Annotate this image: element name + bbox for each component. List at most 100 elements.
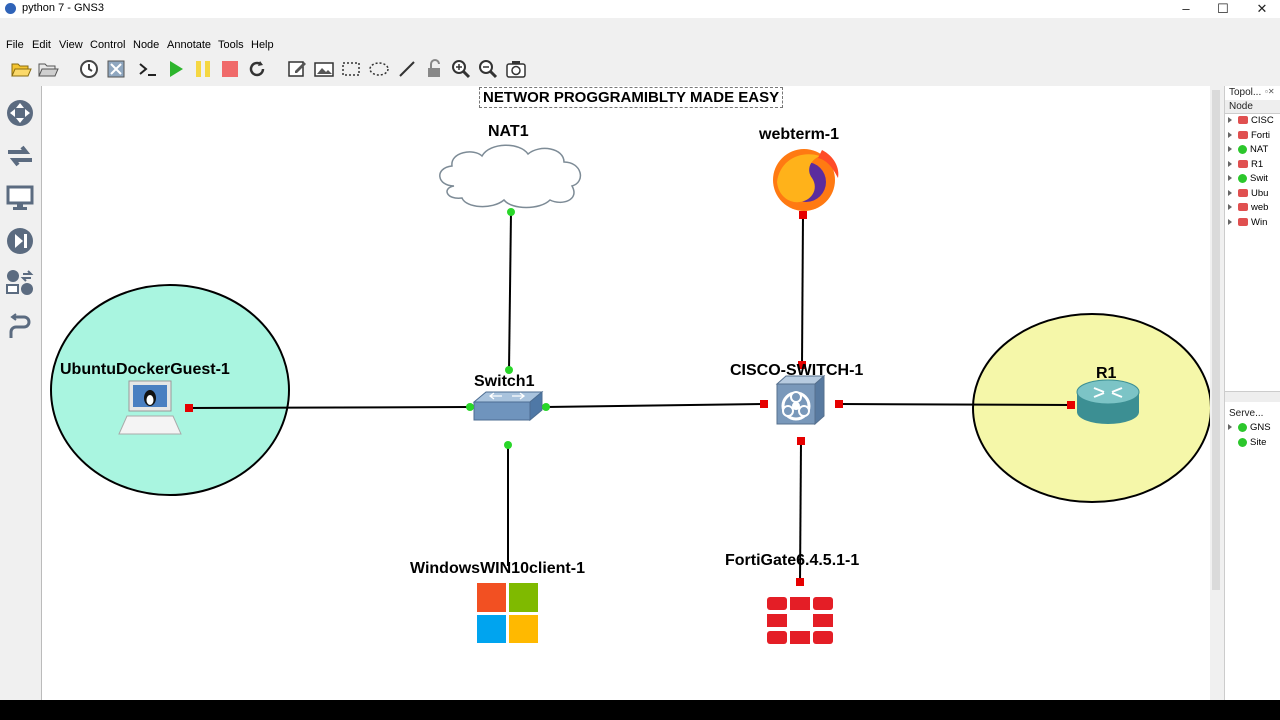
windows-logo-icon[interactable] (477, 583, 538, 643)
menu-help[interactable]: Help (251, 39, 274, 51)
port-up-indicator (504, 441, 512, 449)
topology-item[interactable]: Forti (1228, 130, 1270, 144)
node-label-cisco[interactable]: CISCO-SWITCH-1 (730, 362, 863, 380)
server-item[interactable]: GNS (1228, 422, 1271, 436)
port-up-indicator (466, 403, 474, 411)
menu-view[interactable]: View (59, 39, 83, 51)
gns3-window: python 7 - GNS3 ‒ ☐ ✕ File Edit View Con… (0, 0, 1280, 700)
firefox-icon[interactable] (773, 149, 839, 211)
link-webterm-cisco[interactable] (801, 214, 804, 366)
browse-security-devices-icon[interactable] (5, 226, 35, 256)
topology-drawing (50, 144, 1210, 644)
port-down-indicator (760, 400, 768, 408)
node-label-r1[interactable]: R1 (1096, 365, 1116, 383)
add-note-icon[interactable] (286, 58, 308, 80)
zoom-out-icon[interactable] (477, 58, 499, 80)
port-down-indicator (1067, 401, 1075, 409)
add-link-icon[interactable] (5, 311, 35, 341)
servers-summary-title: Serve... (1229, 408, 1264, 419)
port-down-indicator (835, 400, 843, 408)
window-title: python 7 - GNS3 (22, 2, 104, 14)
stop-all-icon[interactable] (219, 58, 241, 80)
topology-item[interactable]: Ubu (1228, 188, 1268, 202)
server-online-icon (1238, 422, 1247, 432)
menu-node[interactable]: Node (133, 39, 159, 51)
browse-routers-icon[interactable] (5, 98, 35, 128)
menu-tools[interactable]: Tools (218, 39, 244, 51)
topology-item[interactable]: R1 (1228, 159, 1263, 173)
suspend-all-icon[interactable] (192, 58, 214, 80)
zoom-in-icon[interactable] (450, 58, 472, 80)
open-project-icon[interactable] (10, 58, 32, 80)
port-down-indicator (799, 211, 807, 219)
dock-buttons-icon[interactable]: ▫✕ (1265, 87, 1275, 96)
cloud-icon[interactable] (439, 144, 582, 209)
topology-canvas[interactable]: NETWOR PROGGRAMIBLTY MADE EASY NAT1 webt… (41, 86, 1210, 700)
node-label-webterm[interactable]: webterm-1 (759, 126, 839, 144)
topology-item[interactable]: Swit (1228, 173, 1268, 187)
stopped-node-icon (1238, 160, 1248, 169)
port-down-indicator (185, 404, 193, 412)
menu-control[interactable]: Control (90, 39, 125, 51)
draw-ellipse-icon[interactable] (368, 58, 390, 80)
title-bar: python 7 - GNS3 ‒ ☐ ✕ (0, 0, 1280, 18)
node-label-nat[interactable]: NAT1 (488, 123, 529, 141)
canvas-vertical-scrollbar[interactable] (1210, 86, 1222, 700)
reload-all-icon[interactable] (246, 58, 268, 80)
draw-line-icon[interactable] (396, 58, 418, 80)
server-online-icon (1238, 437, 1247, 447)
toolbar (0, 56, 1280, 82)
show-interface-labels-icon[interactable] (105, 58, 127, 80)
port-indicators (185, 208, 1075, 586)
port-down-indicator (797, 437, 805, 445)
menu-annotate[interactable]: Annotate (167, 39, 211, 51)
link-cisco-r1[interactable] (838, 403, 1072, 406)
links (188, 211, 1072, 583)
draw-rectangle-icon[interactable] (340, 58, 362, 80)
topology-item[interactable]: CISC (1228, 115, 1274, 129)
browse-all-devices-icon[interactable] (5, 268, 35, 298)
open-folder-icon[interactable] (37, 58, 59, 80)
topology-horizontal-scrollbar[interactable] (1225, 391, 1280, 402)
ethernet-switch-icon[interactable] (472, 390, 544, 422)
link-switch-cisco[interactable] (545, 403, 765, 408)
gns3-app-icon (5, 3, 16, 14)
insert-picture-icon[interactable] (313, 58, 335, 80)
minimize-button[interactable]: ‒ (1166, 0, 1206, 18)
device-sidebar (0, 86, 40, 700)
menu-file[interactable]: File (6, 39, 24, 51)
server-item[interactable]: Site (1228, 437, 1266, 451)
topology-column-header: Node (1229, 101, 1253, 112)
scrollbar-thumb[interactable] (1212, 90, 1220, 590)
lock-items-icon[interactable] (423, 58, 445, 80)
stopped-node-icon (1238, 131, 1248, 140)
node-label-fortigate[interactable]: FortiGate6.4.5.1-1 (725, 552, 859, 570)
canvas-note[interactable]: NETWOR PROGGRAMIBLTY MADE EASY (479, 87, 784, 108)
router-icon[interactable] (1076, 379, 1140, 424)
link-ubuntu-switch[interactable] (188, 406, 471, 409)
stopped-node-icon (1238, 203, 1248, 212)
snapshot-clock-icon[interactable] (78, 58, 100, 80)
stopped-node-icon (1238, 116, 1248, 125)
fortinet-logo-icon[interactable] (767, 597, 833, 644)
link-nat-switch[interactable] (508, 211, 512, 371)
topology-item[interactable]: Win (1228, 217, 1267, 231)
maximize-button[interactable]: ☐ (1203, 0, 1243, 18)
menu-edit[interactable]: Edit (32, 39, 51, 51)
cisco-switch-biohazard-icon[interactable] (775, 374, 826, 426)
browse-end-devices-icon[interactable] (5, 183, 35, 213)
started-node-icon (1238, 144, 1247, 154)
console-all-icon[interactable] (137, 58, 159, 80)
close-button[interactable]: ✕ (1242, 0, 1280, 18)
node-label-ubuntu[interactable]: UbuntuDockerGuest-1 (60, 361, 230, 379)
screenshot-camera-icon[interactable] (505, 58, 527, 80)
right-dock: Topol... ▫✕ Node CISC Forti NAT R1 Swit … (1224, 86, 1280, 700)
start-all-icon[interactable] (165, 58, 187, 80)
node-label-windows[interactable]: WindowsWIN10client-1 (410, 560, 585, 578)
port-down-indicator (796, 578, 804, 586)
topology-item[interactable]: NAT (1228, 144, 1268, 158)
browse-switches-icon[interactable] (5, 141, 35, 171)
node-label-switch[interactable]: Switch1 (474, 373, 534, 391)
topology-summary-title: Topol... (1229, 87, 1262, 98)
topology-item[interactable]: web (1228, 202, 1268, 216)
